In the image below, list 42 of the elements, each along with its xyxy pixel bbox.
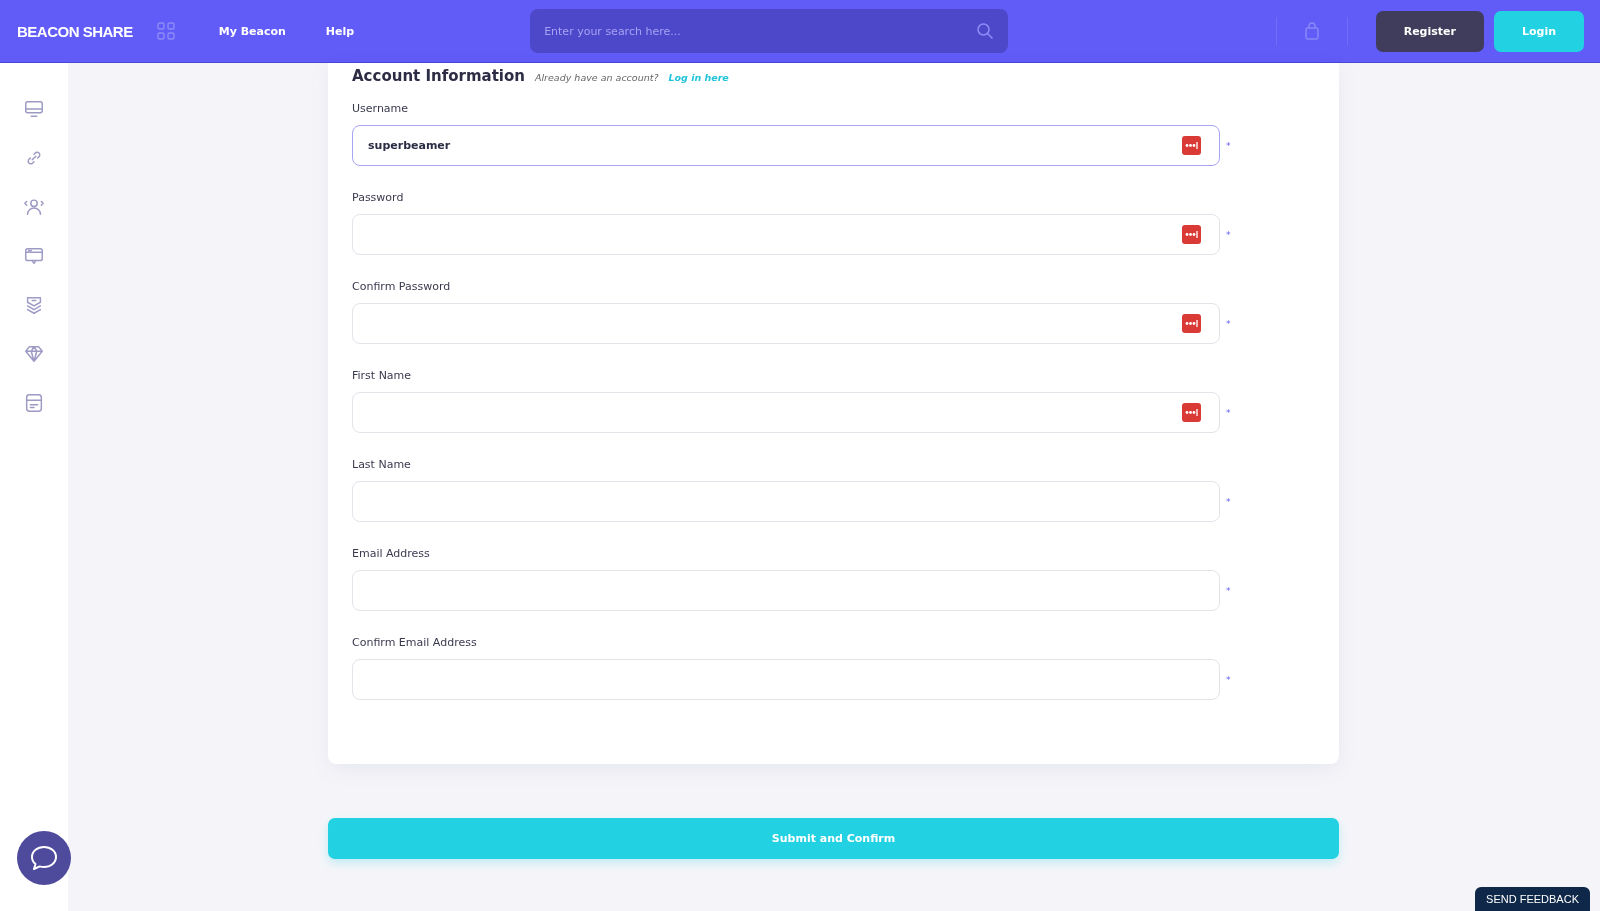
diamond-icon[interactable]: [23, 343, 45, 365]
required-mark: *: [1226, 407, 1231, 418]
search-icon[interactable]: [976, 22, 995, 40]
field-label: Password: [352, 191, 404, 204]
logo[interactable]: BEACON SHARE: [17, 22, 133, 40]
section-title: Account Information: [352, 67, 525, 85]
monitor-icon[interactable]: [23, 98, 45, 120]
field-label: Confirm Email Address: [352, 636, 477, 649]
shopping-bag-icon[interactable]: [1302, 22, 1321, 40]
field-label: Username: [352, 102, 409, 115]
send-feedback-button[interactable]: SEND FEEDBACK: [1475, 887, 1590, 911]
password-manager-icon[interactable]: [1182, 403, 1201, 422]
required-mark: *: [1226, 496, 1231, 507]
field-label: Last Name: [352, 458, 411, 471]
chat-icon[interactable]: [17, 831, 71, 885]
login-hint: Already have an account?: [535, 72, 659, 83]
field-label: Confirm Password: [352, 280, 451, 293]
input-field[interactable]: [352, 214, 1220, 255]
required-mark: *: [1226, 140, 1231, 151]
search-field[interactable]: Enter your search here...: [530, 9, 1009, 53]
input-field[interactable]: [352, 659, 1220, 700]
card-icon[interactable]: [23, 392, 45, 414]
password-manager-icon[interactable]: [1182, 136, 1201, 155]
input-field[interactable]: [352, 570, 1220, 611]
required-mark: *: [1226, 229, 1231, 240]
message-icon[interactable]: [23, 245, 45, 267]
nav-link[interactable]: Help: [325, 24, 355, 38]
nav-link[interactable]: My Beacon: [218, 24, 286, 38]
grid-icon[interactable]: [156, 22, 175, 40]
required-mark: *: [1226, 674, 1231, 685]
password-manager-icon[interactable]: [1182, 314, 1201, 333]
input-field[interactable]: [352, 303, 1220, 344]
input-field[interactable]: [352, 392, 1220, 433]
input-field[interactable]: superbeamer: [352, 125, 1220, 166]
field-label: First Name: [352, 369, 412, 382]
input-field[interactable]: [352, 481, 1220, 522]
required-mark: *: [1226, 318, 1231, 329]
field-label: Email Address: [352, 547, 430, 560]
register-button[interactable]: Register: [1375, 10, 1484, 52]
required-mark: *: [1226, 585, 1231, 596]
people-icon[interactable]: [23, 196, 45, 218]
password-manager-icon[interactable]: [1182, 225, 1201, 244]
